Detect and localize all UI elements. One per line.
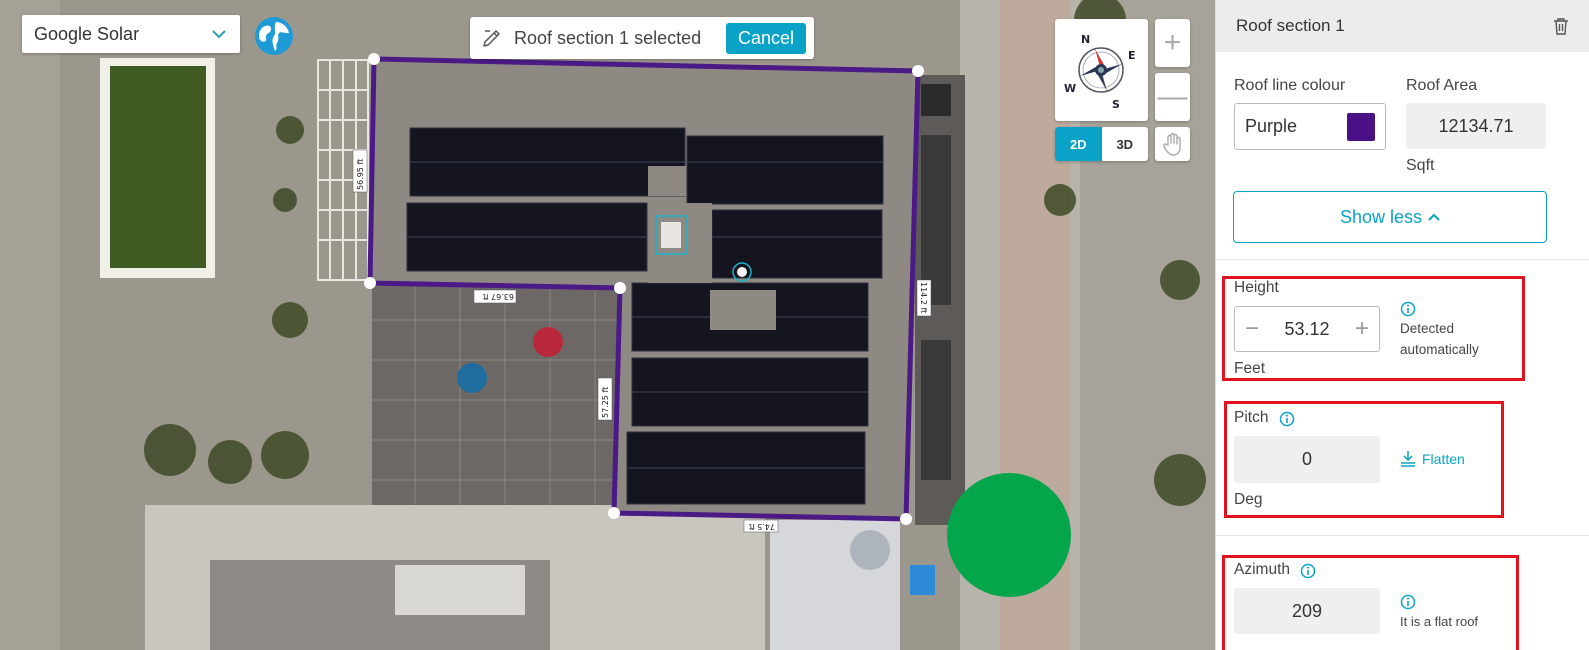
height-increment-button[interactable]: + [1355, 315, 1369, 343]
azimuth-note: It is a flat roof [1400, 614, 1479, 629]
roof-line-colour-select[interactable]: Purple [1234, 103, 1386, 150]
selection-banner: Roof section 1 selected Cancel [470, 17, 814, 59]
zoom-out-button[interactable]: — [1155, 73, 1190, 121]
roof-area-unit: Sqft [1406, 157, 1435, 174]
panel-title: Roof section 1 [1236, 16, 1345, 35]
roof-line-colour-label: Roof line colour [1234, 77, 1346, 94]
hand-icon [1162, 132, 1181, 156]
trash-icon[interactable] [1553, 17, 1569, 35]
info-icon[interactable] [1300, 563, 1316, 579]
height-note-line1: Detected [1400, 321, 1455, 336]
pitch-field: 0 [1234, 436, 1380, 483]
compass-north-letter: N [1081, 33, 1090, 46]
selection-banner-text: Roof section 1 selected [514, 27, 702, 48]
zoom-in-button[interactable]: + [1155, 19, 1190, 67]
pitch-label: Pitch [1234, 409, 1269, 426]
imagery-source-value: Google Solar [34, 23, 140, 44]
azimuth-label: Azimuth [1234, 561, 1290, 578]
info-icon[interactable] [1400, 594, 1416, 610]
roof-area-label: Roof Area [1406, 77, 1478, 94]
flatten-icon [1401, 451, 1415, 467]
pitch-unit: Deg [1234, 491, 1263, 508]
flatten-label: Flatten [1422, 451, 1465, 467]
info-icon[interactable] [1400, 301, 1416, 317]
pan-tool-button[interactable] [1155, 127, 1190, 161]
height-unit: Feet [1234, 360, 1266, 377]
azimuth-field: 209 [1234, 588, 1380, 634]
roof-section-panel: Roof section 1 Roof line colour Purple R… [1215, 0, 1589, 650]
cancel-button[interactable]: Cancel [725, 22, 806, 54]
edge-label-inner-top: 63.67 ft [483, 292, 514, 301]
height-label: Height [1234, 279, 1279, 296]
roof-area-field: 12134.71 [1406, 103, 1546, 149]
chevron-down-icon [212, 29, 226, 38]
view-3d-button[interactable]: 3D [1102, 127, 1149, 161]
height-decrement-button[interactable]: − [1245, 315, 1259, 343]
location-marker [947, 473, 1071, 597]
compass-west-letter: W [1064, 82, 1076, 95]
globe-icon[interactable] [254, 16, 294, 56]
roof-line-colour-value: Purple [1245, 116, 1298, 136]
compass-icon: N E S W [1064, 33, 1136, 111]
edge-label-top-left: 56.95 ft [356, 159, 365, 190]
show-less-label: Show less [1339, 206, 1423, 227]
pencil-icon [483, 30, 500, 47]
compass-widget[interactable]: N E S W [1055, 19, 1148, 121]
roof-line-colour-swatch [1347, 112, 1375, 141]
map-view[interactable]: 56.95 ft 63.67 ft 114.2 ft 57.25 ft 74.5… [0, 0, 1215, 650]
info-icon[interactable] [1279, 411, 1295, 427]
show-less-button[interactable]: Show less [1233, 191, 1547, 243]
height-note-line2: automatically [1400, 342, 1479, 357]
edge-label-right: 114.2 ft [919, 282, 928, 313]
height-stepper[interactable]: − 53.12 + [1234, 306, 1380, 352]
edge-label-bottom: 74.5 ft [749, 522, 775, 531]
height-value: 53.12 [1284, 318, 1330, 339]
imagery-source-select[interactable]: Google Solar [22, 15, 240, 53]
chevron-up-icon [1428, 213, 1440, 221]
divider [1216, 259, 1589, 260]
panel-header: Roof section 1 [1216, 0, 1589, 52]
edge-label-inner-left: 57.25 ft [601, 387, 610, 418]
compass-south-letter: S [1112, 98, 1120, 111]
view-mode-toggle: 2D 3D [1055, 127, 1148, 161]
view-2d-button[interactable]: 2D [1055, 127, 1102, 161]
divider [1216, 535, 1589, 536]
compass-east-letter: E [1128, 49, 1136, 62]
flatten-button[interactable]: Flatten [1400, 450, 1465, 468]
